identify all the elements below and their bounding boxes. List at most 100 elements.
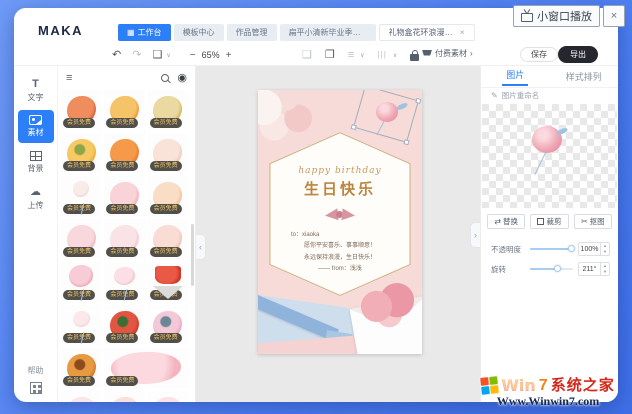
rotate-slider[interactable] <box>530 265 573 272</box>
opacity-value-input[interactable]: 100% ▴ ▾ <box>578 242 610 256</box>
asset-thumbnail[interactable]: 会员免费 <box>147 176 188 216</box>
help-link[interactable]: 帮助 <box>28 365 44 376</box>
replace-button[interactable]: ⇄ 替换 <box>487 214 526 229</box>
tab-template-center[interactable]: 模板中心 <box>173 24 224 41</box>
save-button[interactable]: 保存 <box>520 47 558 62</box>
asset-thumbnail[interactable]: 会员免费 <box>147 133 188 173</box>
member-free-badge: 会员免费 <box>149 161 182 171</box>
asset-thumbnail[interactable]: 会员免费 <box>147 90 188 130</box>
opacity-label: 不透明度 <box>491 244 521 254</box>
asset-thumbnail[interactable]: 会员免费 <box>147 219 188 259</box>
asset-thumbnail[interactable]: 会员免费 <box>61 262 102 302</box>
collapse-asset-panel-handle[interactable]: ‹ <box>196 234 206 260</box>
asset-thumbnail[interactable]: 会员免费 <box>61 348 102 388</box>
zoom-in-button[interactable]: + <box>226 50 232 61</box>
asset-thumbnail[interactable] <box>104 391 145 402</box>
hexagon-panel: happy birthday 生日快乐 to：xiaoka 愿你平安喜乐、事事顺… <box>269 132 411 296</box>
collapse-circle-icon[interactable]: ◉ <box>177 72 187 84</box>
card-script-title[interactable]: happy birthday <box>298 166 381 176</box>
peony-image[interactable] <box>356 280 420 328</box>
asset-thumbnail[interactable]: 会员免费 <box>104 90 145 130</box>
asset-thumbnail[interactable]: 会员免费 <box>147 305 188 345</box>
sidebar-item-upload[interactable]: ☁ 上传 <box>18 182 54 215</box>
crop-button[interactable]: 裁剪 <box>530 214 569 229</box>
collapse-inspector-handle[interactable]: › <box>470 222 480 248</box>
step-down-icon[interactable]: ▾ <box>601 249 609 255</box>
rotate-stepper[interactable]: ▴ ▾ <box>600 263 609 275</box>
step-down-icon[interactable]: ▾ <box>601 269 609 275</box>
member-free-badge: 会员免费 <box>149 247 182 257</box>
pages-icon[interactable]: ❏ <box>152 49 162 61</box>
asset-grid: 会员免费 会员免费 会员免费 会员免费 会员免费 会员免费 会员免费 会员免费 … <box>61 90 188 402</box>
qr-code-icon[interactable] <box>29 382 42 394</box>
member-free-badge: 会员免费 <box>149 290 182 300</box>
background-grid-icon <box>29 151 42 161</box>
swap-icon: ⇄ <box>494 217 502 226</box>
asset-thumbnail[interactable] <box>147 391 188 402</box>
layer-order-icon[interactable]: ≡ <box>348 49 354 61</box>
export-button[interactable]: 导出 <box>558 46 598 63</box>
card-title[interactable]: 生日快乐 <box>304 178 376 199</box>
selection-handle[interactable] <box>415 97 422 105</box>
duplicate-icon[interactable]: ❏ <box>302 49 312 61</box>
search-icon[interactable] <box>161 74 170 82</box>
rotate-value-input[interactable]: 211° ▴ ▾ <box>578 262 610 276</box>
pip-playback-button[interactable]: 小窗口播放 <box>513 5 600 27</box>
align-icon[interactable]: ||| <box>378 51 387 59</box>
peony-cluster-image[interactable] <box>258 90 324 148</box>
paid-material-link[interactable]: 付费素材 › <box>422 48 473 59</box>
asset-thumbnail[interactable]: 会员免费 <box>61 133 102 173</box>
opacity-stepper[interactable]: ▴ ▾ <box>600 243 609 255</box>
menu-icon[interactable]: ≡ <box>66 72 72 84</box>
rename-image-row[interactable]: ✎ 图片重命名 <box>481 88 618 103</box>
undo-icon[interactable]: ↶ <box>112 49 121 61</box>
maka-logo: MAKA <box>38 23 83 38</box>
sidebar-item-text[interactable]: T 文字 <box>18 74 54 107</box>
tab-close-icon[interactable]: × <box>460 28 465 37</box>
asset-thumbnail[interactable]: 会员免费 <box>104 176 145 216</box>
card-wish-text[interactable]: to：xiaoka 愿你平安喜乐、事事顺意！ 永远保持浪漫，生日快乐！ —— f… <box>285 230 395 276</box>
lock-icon[interactable] <box>410 49 420 61</box>
watermark-url: Www.Winwin7.com <box>496 394 600 408</box>
tab-workbench[interactable]: ▦ 工作台 <box>118 24 171 41</box>
rotate-row: 旋转 211° ▴ ▾ <box>491 262 610 276</box>
crop-icon <box>537 218 545 225</box>
asset-thumbnail[interactable]: 会员免费 <box>104 348 188 388</box>
asset-thumbnail[interactable]: 会员免费 <box>61 176 102 216</box>
watermark-seven: 7 <box>538 377 548 394</box>
tab-document-current[interactable]: 礼物盒花环浪漫粉… × <box>378 24 475 41</box>
redo-icon[interactable]: ↷ <box>132 49 141 61</box>
design-card[interactable]: happy birthday 生日快乐 to：xiaoka 愿你平安喜乐、事事顺… <box>258 90 422 354</box>
asset-thumbnail[interactable]: 会员免费 <box>104 305 145 345</box>
asset-thumbnail[interactable] <box>61 391 102 402</box>
sidebar-item-material[interactable]: 素材 <box>17 110 54 143</box>
asset-thumbnail[interactable]: 会员免费 <box>104 219 145 259</box>
member-free-badge: 会员免费 <box>106 204 139 214</box>
tab-document-other[interactable]: 扁平小清新毕业季手… <box>279 24 376 41</box>
asset-thumbnail[interactable]: 会员免费 <box>104 262 145 302</box>
selection-frame[interactable] <box>350 90 422 146</box>
tab-works-manage[interactable]: 作品管理 <box>226 24 277 41</box>
asset-thumbnail[interactable]: 会员免费 <box>61 90 102 130</box>
asset-thumbnail[interactable]: 会员免费 <box>61 219 102 259</box>
member-free-badge: 会员免费 <box>63 376 96 386</box>
group-icon[interactable]: ❐ <box>325 49 335 61</box>
tab-style-arrange[interactable]: 样式排列 <box>550 66 619 87</box>
card-wish-line2: 永远保持浪漫，生日快乐！ <box>303 254 376 261</box>
flower-image <box>66 396 96 402</box>
asset-thumbnail[interactable]: 会员免费 <box>104 133 145 173</box>
flower-image <box>154 265 181 285</box>
sidebar-item-background[interactable]: 背景 <box>18 146 54 179</box>
card-wish-line1: 愿你平安喜乐、事事顺意！ <box>303 243 376 250</box>
cutout-button[interactable]: ✂ 抠图 <box>573 214 612 229</box>
asset-thumbnail[interactable]: 会员免费 <box>147 262 188 302</box>
pip-close-button[interactable]: × <box>603 5 625 27</box>
selection-handle[interactable] <box>403 139 410 146</box>
canvas-area[interactable]: ‹ › happy birthday 生日快乐 to：xiaoka 愿你平安喜乐… <box>196 66 480 402</box>
opacity-slider[interactable] <box>530 245 575 252</box>
asset-thumbnail[interactable]: 会员免费 <box>61 305 102 345</box>
tab-image[interactable]: 图片 <box>481 66 550 87</box>
pink-bow-image[interactable] <box>323 207 357 223</box>
zoom-out-button[interactable]: − <box>190 50 196 61</box>
asset-scrollbar[interactable] <box>191 224 194 286</box>
